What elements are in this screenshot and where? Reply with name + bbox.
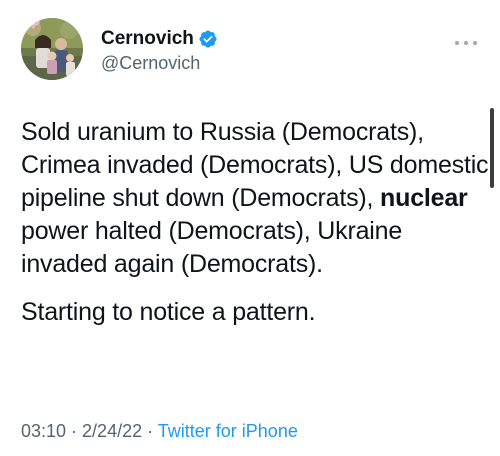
- tweet-text-bold: nuclear: [380, 184, 468, 212]
- tweet-card: UP Cernovich @Cernovich Sold uranium to …: [0, 0, 500, 456]
- author-handle[interactable]: @Cernovich: [101, 53, 218, 74]
- tweet-paragraph-1: Sold uranium to Russia (Democrats), Crim…: [21, 116, 491, 281]
- avatar-badge-text: UP: [23, 18, 40, 31]
- display-name-row: Cernovich: [101, 27, 218, 51]
- meta-separator-1: ·: [66, 421, 83, 441]
- tweet-paragraph-2: Starting to notice a pattern.: [21, 298, 316, 326]
- avatar[interactable]: UP: [21, 18, 83, 80]
- tweet-time[interactable]: 03:10: [21, 421, 66, 441]
- author-block: Cernovich @Cernovich: [101, 27, 218, 74]
- tweet-text: Sold uranium to Russia (Democrats), Crim…: [21, 116, 491, 329]
- display-name[interactable]: Cernovich: [101, 28, 194, 50]
- tweet-text-part2: power halted (Democrats), Ukraine invade…: [21, 217, 403, 278]
- verified-badge-icon: [198, 29, 218, 49]
- tweet-source-link[interactable]: Twitter for iPhone: [158, 421, 298, 441]
- tweet-date[interactable]: 2/24/22: [82, 421, 142, 441]
- more-horizontal-icon[interactable]: [453, 35, 479, 45]
- tweet-meta: 03:10 · 2/24/22 · Twitter for iPhone: [21, 421, 298, 442]
- meta-separator-2: ·: [142, 421, 158, 441]
